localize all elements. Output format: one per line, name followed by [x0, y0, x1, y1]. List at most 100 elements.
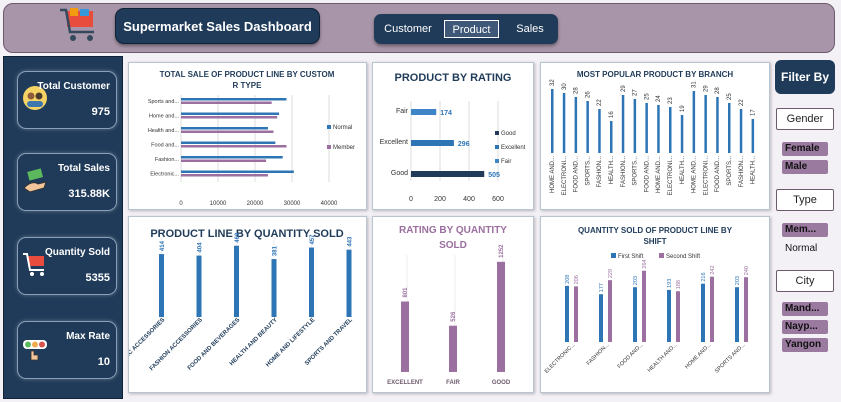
- filter-option-male[interactable]: Male: [782, 160, 828, 174]
- bar: [692, 91, 696, 153]
- data-label: 27: [633, 89, 639, 96]
- bar-member: [181, 145, 287, 148]
- tab-sales[interactable]: Sales: [508, 20, 552, 38]
- category-label: Good: [391, 170, 408, 177]
- bar: [346, 249, 352, 317]
- money-hand-icon: [23, 168, 47, 193]
- bar: [551, 89, 554, 153]
- category-label: SPORTS...: [633, 156, 639, 186]
- filter-gender-header[interactable]: Gender: [776, 108, 834, 130]
- x-tick-label: 600: [492, 196, 504, 203]
- filter-option-normal[interactable]: Normal: [782, 242, 828, 256]
- category-label: FOOD AND...: [644, 156, 650, 193]
- x-tick-label: 0: [409, 196, 413, 203]
- bar-second-shift: [676, 291, 680, 342]
- pointer-hand: [30, 350, 39, 361]
- legend-swatch: [495, 159, 499, 163]
- filter-option-member[interactable]: Mem...: [782, 223, 828, 237]
- bar-member: [181, 101, 272, 104]
- legend-swatch: [611, 253, 616, 258]
- data-label: 240: [744, 266, 750, 275]
- x-tick-label: 20000: [247, 201, 264, 207]
- data-label: 443: [348, 236, 354, 247]
- x-tick-label: 200: [434, 196, 446, 203]
- data-label: 17: [751, 109, 757, 116]
- chart-panel-quantity-sold: PRODUCT LINE BY QUANTITY SOLD 414 ELECTRON…: [103, 216, 367, 393]
- legend-swatch: [659, 253, 664, 258]
- filter-type-header[interactable]: Type: [776, 189, 834, 211]
- bar: [234, 245, 239, 317]
- category-label: HEALTH AND...: [647, 342, 679, 374]
- chart-panel-product-by-rating: PRODUCT BY RATING 0 200 400 600 Fair 174 Excell…: [372, 62, 534, 210]
- bar: [598, 109, 601, 153]
- chart-quantity-by-shift: QUANTITY SOLD OF PRODUCT LINE BY SHIFT Fir…: [544, 226, 750, 375]
- category-label: Fashion...: [155, 157, 180, 163]
- chart-panel-quantity-by-shift: QUANTITY SOLD OF PRODUCT LINE BY SHIFT Fir…: [540, 216, 770, 393]
- kpi-total-sales: Total Sales 315.88K: [17, 153, 117, 211]
- legend-swatch: [327, 125, 331, 129]
- cart-icon-wheel-left: [30, 272, 34, 276]
- filter-option-female[interactable]: Female: [782, 142, 828, 156]
- data-label: 414: [160, 240, 166, 251]
- x-tick-label: 400: [463, 196, 475, 203]
- filter-option-naypyitaw[interactable]: Nayp...: [782, 320, 828, 334]
- category-label: ELECTRONIC ACCESSORIES: [129, 317, 166, 381]
- filter-city-header[interactable]: City: [776, 270, 834, 292]
- filter-option-yangon[interactable]: Yangon: [782, 338, 828, 352]
- bar: [716, 97, 719, 153]
- bar: [309, 247, 314, 317]
- data-label: 24: [656, 95, 662, 102]
- x-tick-label: 40000: [321, 201, 338, 207]
- bar: [574, 97, 578, 153]
- data-label: 29: [621, 85, 627, 92]
- tab-product[interactable]: Product: [444, 20, 499, 38]
- bar-second-shift: [744, 277, 748, 342]
- category-label: EXCELLENT: [387, 380, 423, 386]
- filter-title: Filter By: [775, 60, 835, 94]
- data-label: 469: [235, 232, 241, 243]
- filter-option-mandalay[interactable]: Mand...: [782, 302, 828, 316]
- data-label: 208: [565, 275, 571, 284]
- cart-item-1: [70, 8, 78, 16]
- category-label: Excellent: [380, 139, 408, 146]
- bar-first-shift: [735, 287, 739, 342]
- kpi-total-customer: Total Customer 975: [17, 71, 117, 129]
- data-label: 526: [451, 311, 457, 322]
- category-label: FAIR: [446, 380, 460, 386]
- data-label: 32: [550, 79, 556, 86]
- kpi-value: 10: [97, 356, 110, 368]
- data-label: 505: [488, 172, 500, 179]
- data-label: 25: [644, 93, 650, 100]
- bar: [621, 95, 625, 153]
- bar: [586, 101, 589, 153]
- x-tick-label: 30000: [284, 201, 301, 207]
- bar-second-shift: [710, 276, 714, 342]
- data-label: 404: [198, 242, 204, 253]
- category-label: ELECTRONI...: [703, 156, 709, 196]
- bar-member: [181, 130, 274, 133]
- x-tick-label: 10000: [210, 201, 227, 207]
- bar-normal: [181, 127, 268, 130]
- tab-customer[interactable]: Customer: [382, 20, 434, 38]
- data-label: 28: [715, 87, 721, 94]
- cart-icon-basket: [28, 256, 44, 266]
- category-label: SPORTS AND...: [714, 342, 747, 375]
- category-label: HOME AND...: [656, 156, 662, 193]
- data-label: 177: [599, 283, 605, 292]
- kpi-value: 5355: [85, 272, 110, 284]
- legend-label: Excellent: [501, 145, 526, 151]
- bar: [497, 261, 505, 372]
- kpi-label: Max Rate: [66, 331, 110, 342]
- bar-normal: [181, 98, 287, 101]
- data-label: 26: [585, 91, 591, 98]
- chart-panel-sales-by-customer-type: TOTAL SALE OF PRODUCT LINE BY CUSTOM R TY…: [128, 62, 367, 210]
- data-label: 23: [668, 97, 674, 104]
- data-label: 206: [574, 275, 580, 284]
- data-label: 30: [562, 83, 568, 90]
- data-label: 28: [574, 87, 580, 94]
- category-label: HEALTH...: [609, 156, 615, 185]
- data-label: 296: [458, 141, 470, 148]
- bar-member: [181, 159, 267, 162]
- x-tick-label: 0: [179, 201, 183, 207]
- bar-first-shift: [565, 285, 569, 342]
